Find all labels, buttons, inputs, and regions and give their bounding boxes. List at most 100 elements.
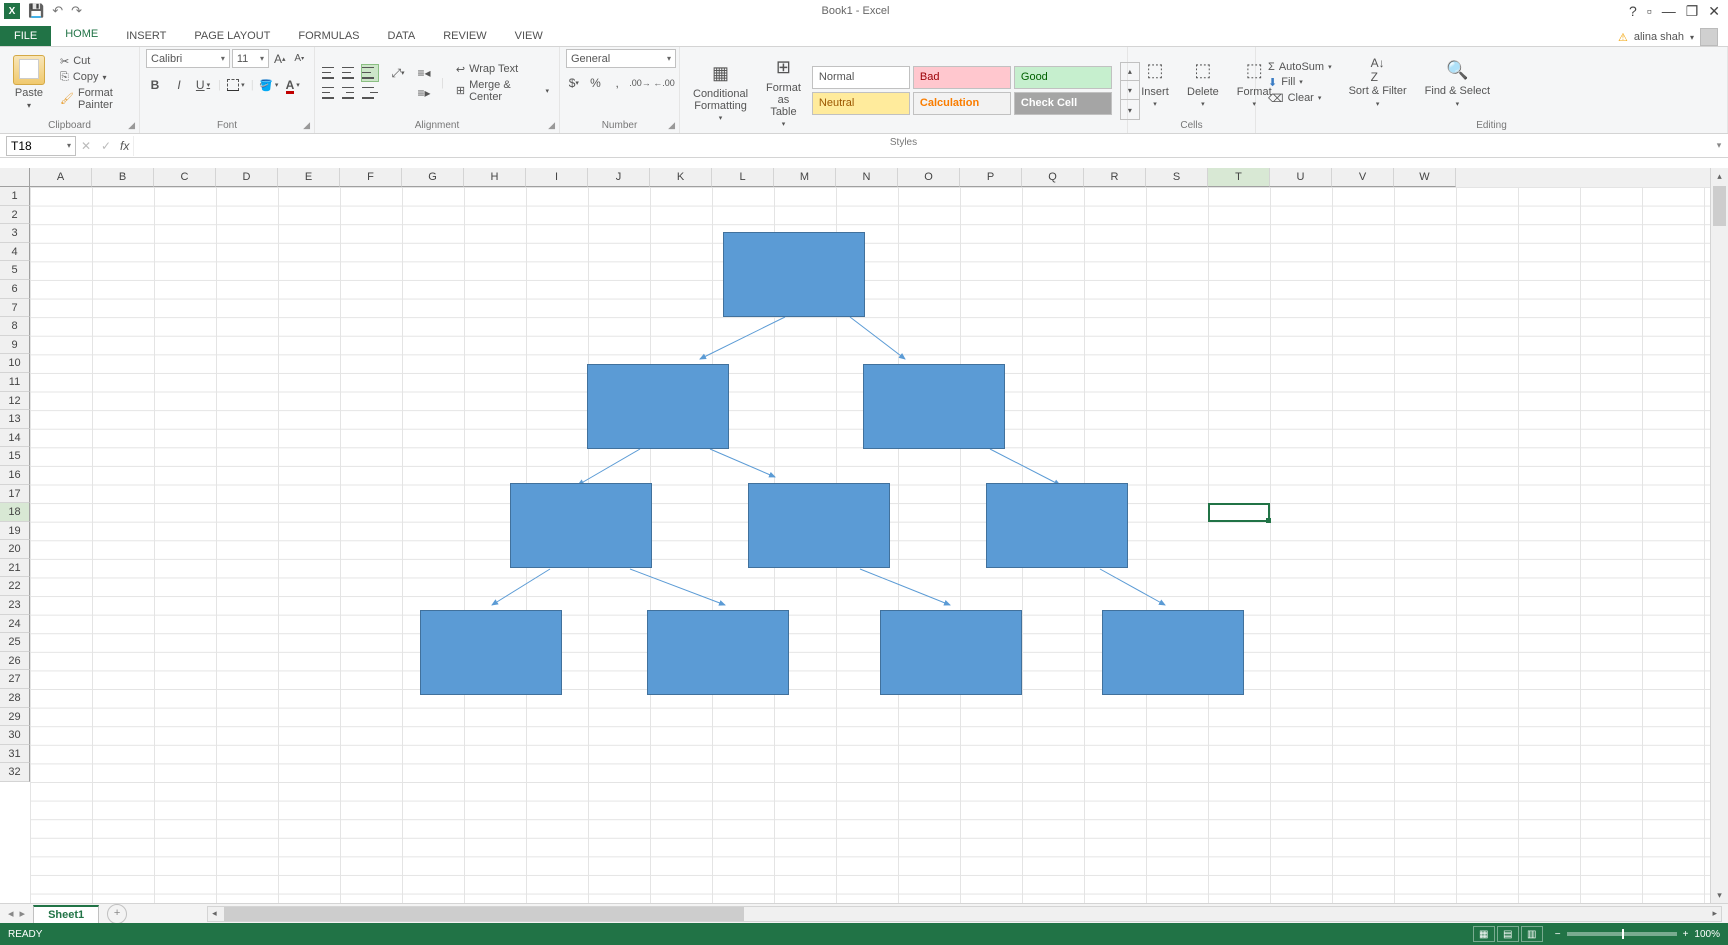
tab-data[interactable]: DATA — [374, 26, 430, 46]
row-header[interactable]: 14 — [0, 429, 30, 448]
row-header[interactable]: 7 — [0, 299, 30, 318]
align-right[interactable] — [361, 84, 379, 102]
orientation-button[interactable]: ⤢▾ — [389, 64, 407, 82]
style-calculation[interactable]: Calculation — [913, 92, 1011, 115]
active-cell[interactable] — [1208, 503, 1270, 522]
col-header[interactable]: E — [278, 168, 340, 187]
col-header[interactable]: N — [836, 168, 898, 187]
tab-page-layout[interactable]: PAGE LAYOUT — [180, 26, 284, 46]
fill-color-button[interactable]: 🪣▾ — [260, 76, 278, 94]
row-header[interactable]: 12 — [0, 392, 30, 411]
row-header[interactable]: 3 — [0, 224, 30, 243]
row-header[interactable]: 23 — [0, 596, 30, 615]
name-box[interactable]: T18▾ — [6, 136, 76, 156]
shape-rect-l4-2[interactable] — [647, 610, 789, 695]
insert-cells-button[interactable]: ⬚Insert▾ — [1134, 53, 1176, 113]
col-header[interactable]: F — [340, 168, 402, 187]
style-bad[interactable]: Bad — [913, 66, 1011, 89]
dialog-launcher-icon[interactable]: ◢ — [668, 120, 675, 131]
zoom-in-icon[interactable]: + — [1683, 929, 1689, 940]
find-select-button[interactable]: 🔍Find & Select▾ — [1418, 52, 1497, 112]
shape-rect-l4-1[interactable] — [420, 610, 562, 695]
row-header[interactable]: 18 — [0, 503, 30, 522]
zoom-control[interactable]: − + 100% — [1555, 929, 1720, 940]
fx-icon[interactable]: fx — [116, 139, 133, 153]
fill-button[interactable]: ⬇Fill▾ — [1264, 75, 1336, 90]
expand-formula-bar[interactable]: ▾ — [1710, 140, 1728, 151]
decrease-font-icon[interactable]: A▾ — [291, 50, 308, 68]
col-header[interactable]: H — [464, 168, 526, 187]
account-area[interactable]: ⚠ alina shah ▾ — [1618, 28, 1728, 46]
increase-font-icon[interactable]: A▴ — [271, 50, 288, 68]
align-top[interactable] — [321, 64, 339, 82]
copy-button[interactable]: ⎘Copy▾ — [56, 70, 133, 85]
increase-indent[interactable]: ≡▸ — [415, 84, 433, 102]
font-color-button[interactable]: A▾ — [284, 76, 302, 94]
style-neutral[interactable]: Neutral — [812, 92, 910, 115]
row-header[interactable]: 11 — [0, 373, 30, 392]
col-header[interactable]: G — [402, 168, 464, 187]
horizontal-scrollbar[interactable]: ◂ ▸ — [207, 906, 1722, 922]
col-header[interactable]: A — [30, 168, 92, 187]
row-header[interactable]: 22 — [0, 577, 30, 596]
row-header[interactable]: 13 — [0, 410, 30, 429]
underline-button[interactable]: U▾ — [194, 76, 212, 94]
font-size-combo[interactable]: 11▾ — [232, 49, 269, 68]
row-header[interactable]: 17 — [0, 485, 30, 504]
style-good[interactable]: Good — [1014, 66, 1112, 89]
sheet-nav[interactable]: ◂▸ — [0, 907, 33, 920]
row-header[interactable]: 9 — [0, 336, 30, 355]
row-header[interactable]: 25 — [0, 633, 30, 652]
vertical-scrollbar[interactable]: ▴ ▾ — [1710, 168, 1728, 903]
row-header[interactable]: 27 — [0, 670, 30, 689]
dialog-launcher-icon[interactable]: ◢ — [128, 120, 135, 131]
col-header[interactable]: L — [712, 168, 774, 187]
row-header[interactable]: 28 — [0, 689, 30, 708]
shape-rect-l2-1[interactable] — [587, 364, 729, 449]
row-header[interactable]: 30 — [0, 726, 30, 745]
row-header[interactable]: 29 — [0, 708, 30, 727]
bold-button[interactable]: B — [146, 76, 164, 94]
font-name-combo[interactable]: Calibri▾ — [146, 49, 230, 68]
align-center[interactable] — [341, 84, 359, 102]
help-icon[interactable]: ? — [1629, 3, 1637, 19]
sort-filter-button[interactable]: A↓ZSort & Filter▾ — [1342, 52, 1414, 112]
col-header[interactable]: C — [154, 168, 216, 187]
dialog-launcher-icon[interactable]: ◢ — [548, 120, 555, 131]
decrease-indent[interactable]: ≡◂ — [415, 64, 433, 82]
shape-rect-l4-4[interactable] — [1102, 610, 1244, 695]
align-bottom[interactable] — [361, 64, 379, 82]
col-header[interactable]: M — [774, 168, 836, 187]
wrap-text-button[interactable]: ↩Wrap Text — [452, 62, 553, 77]
shape-rect-root[interactable] — [723, 232, 865, 317]
shape-rect-l3-2[interactable] — [748, 483, 890, 568]
zoom-out-icon[interactable]: − — [1555, 929, 1561, 940]
row-header[interactable]: 2 — [0, 206, 30, 225]
tab-formulas[interactable]: FORMULAS — [284, 26, 373, 46]
row-header[interactable]: 4 — [0, 243, 30, 262]
merge-center-button[interactable]: ⊞Merge & Center▾ — [452, 78, 553, 104]
col-header[interactable]: J — [588, 168, 650, 187]
tab-file[interactable]: FILE — [0, 26, 51, 46]
close-icon[interactable]: ✕ — [1708, 3, 1720, 20]
view-page-break[interactable]: ▥ — [1521, 926, 1543, 942]
row-header[interactable]: 16 — [0, 466, 30, 485]
minimize-icon[interactable]: — — [1662, 3, 1676, 19]
autosum-button[interactable]: ΣAutoSum▾ — [1264, 60, 1336, 74]
cells-area[interactable] — [30, 187, 1710, 903]
col-header[interactable]: R — [1084, 168, 1146, 187]
column-headers[interactable]: ABCDEFGHIJKLMNOPQRSTUVW — [30, 168, 1710, 187]
col-header[interactable]: S — [1146, 168, 1208, 187]
col-header[interactable]: W — [1394, 168, 1456, 187]
shape-rect-l3-3[interactable] — [986, 483, 1128, 568]
accounting-format[interactable]: $▾ — [566, 74, 582, 92]
tab-insert[interactable]: INSERT — [112, 26, 180, 46]
style-normal[interactable]: Normal — [812, 66, 910, 89]
scroll-thumb[interactable] — [1713, 186, 1726, 226]
row-header[interactable]: 20 — [0, 540, 30, 559]
sheet-tab[interactable]: Sheet1 — [33, 905, 99, 923]
zoom-slider[interactable] — [1567, 932, 1677, 936]
row-header[interactable]: 15 — [0, 447, 30, 466]
shape-rect-l2-2[interactable] — [863, 364, 1005, 449]
row-header[interactable]: 5 — [0, 261, 30, 280]
